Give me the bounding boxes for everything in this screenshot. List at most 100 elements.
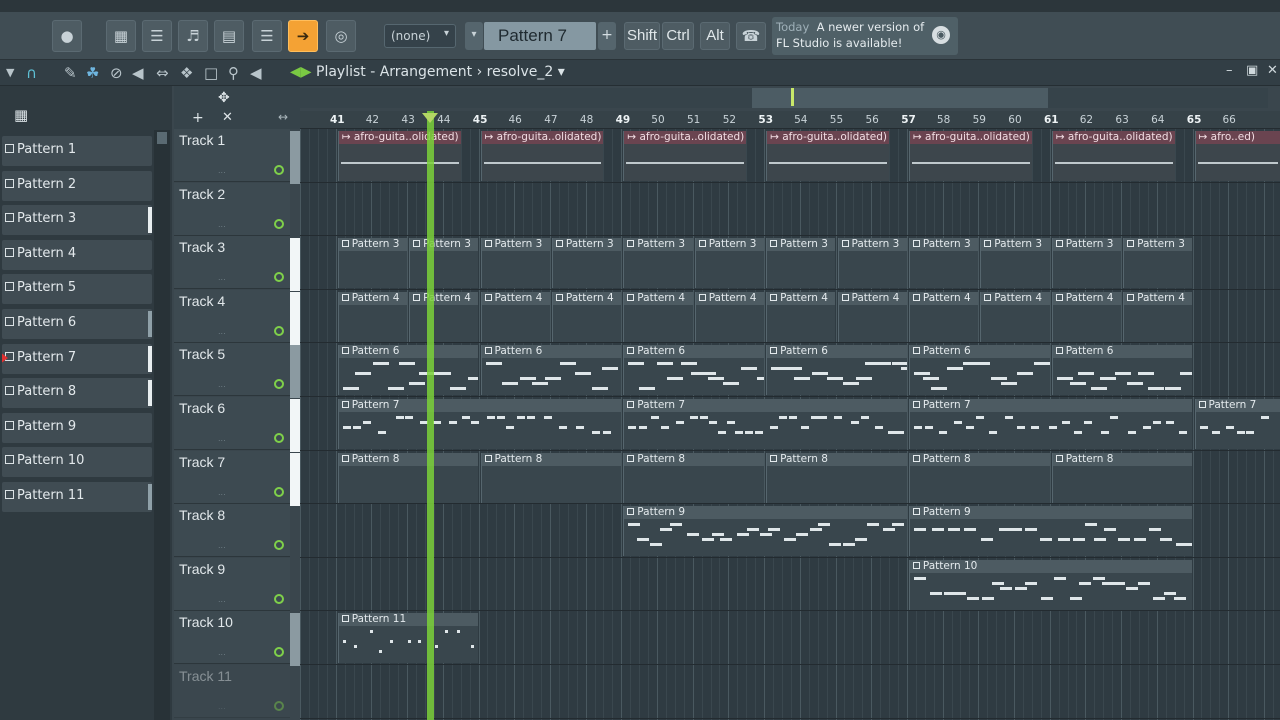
paint-icon[interactable]: ☘ — [86, 64, 99, 82]
playlist-clip[interactable]: Pattern 6 — [337, 345, 479, 396]
playlist-clip[interactable]: Pattern 8 — [337, 452, 479, 503]
playlist-clip[interactable]: Pattern 3 — [1051, 238, 1122, 289]
ctrl-key-button[interactable]: Ctrl — [662, 22, 694, 50]
chat-icon[interactable]: ☎ — [736, 22, 766, 50]
time-ruler[interactable]: 41 42 43 44 45 46 47 48 49 50 51 52 53 54 55 56 57 58 59 60… — [300, 111, 1280, 129]
pattern-item[interactable]: Pattern 7 — [2, 343, 152, 374]
track-enable-button[interactable] — [274, 379, 284, 390]
playlist-clip[interactable]: Pattern 10 — [908, 559, 1193, 610]
picker-scrollbar[interactable] — [154, 130, 170, 720]
playlist-clip[interactable]: ↦ afro-guita..olidated) — [623, 131, 747, 181]
playlist-clip[interactable]: Pattern 4 — [337, 291, 408, 342]
playlist-clip[interactable]: Pattern 4 — [837, 291, 907, 342]
add-pattern-button[interactable]: + — [598, 22, 616, 50]
playlist-clip[interactable]: Pattern 9 — [908, 506, 1193, 557]
track-header[interactable]: Track 4... — [174, 289, 290, 343]
playlist-clip[interactable]: Pattern 4 — [1123, 291, 1193, 342]
track-header[interactable]: Track 7... — [174, 450, 290, 504]
playlist-title[interactable]: ◀▶ Playlist - Arrangement › resolve_2 ▾ — [290, 64, 565, 80]
scrollbar-thumb[interactable] — [157, 132, 167, 144]
playlist-clip[interactable]: Pattern 6 — [623, 345, 765, 396]
pattern-item[interactable]: Pattern 6 — [2, 309, 152, 339]
alt-key-button[interactable]: Alt — [700, 22, 730, 50]
track-header[interactable]: Track 6... — [174, 397, 290, 450]
pattern-selector[interactable]: (none) ▾ — [384, 24, 456, 48]
track-header[interactable]: Track 10... — [174, 611, 290, 665]
pencil-icon[interactable]: ✎ — [64, 64, 77, 82]
track-enable-button[interactable] — [274, 165, 284, 175]
slip-icon[interactable]: ⇔ — [156, 64, 169, 82]
resize-icon[interactable]: ↔ — [278, 110, 288, 124]
pattern-item[interactable]: Pattern 9 — [2, 412, 152, 443]
close-icon[interactable]: ✕ — [1267, 63, 1278, 78]
track-header[interactable]: Track 9... — [174, 557, 290, 611]
piano-roll-icon[interactable]: ♬ — [178, 20, 208, 52]
update-notification[interactable]: Today A newer version of FL Studio is av… — [772, 17, 958, 55]
pattern-item[interactable]: Pattern 8 — [2, 378, 152, 409]
arrangement-grid[interactable]: ↦ afro-guita..olidated) ↦ afro-guita..oli… — [300, 129, 1280, 720]
track-enable-button[interactable] — [274, 272, 284, 283]
shift-key-button[interactable]: Shift — [624, 22, 660, 50]
playlist-clip[interactable]: Pattern 3 — [551, 238, 622, 289]
pattern-item[interactable]: Pattern 2 — [2, 170, 152, 201]
playlist-clip[interactable]: Pattern 3 — [623, 238, 693, 289]
track-enable-button[interactable] — [274, 486, 284, 497]
track-enable-button[interactable] — [274, 218, 284, 229]
playlist-clip[interactable]: Pattern 8 — [766, 452, 907, 503]
mute-icon[interactable]: ◀ — [132, 64, 144, 82]
playlist-clip[interactable]: Pattern 11 — [337, 613, 479, 664]
maximize-icon[interactable]: ▣ — [1246, 63, 1258, 78]
minimize-icon[interactable]: – — [1226, 63, 1233, 78]
pattern-item[interactable]: Pattern 5 — [2, 274, 152, 305]
playlist-clip[interactable]: Pattern 8 — [1051, 452, 1193, 503]
delete-icon[interactable]: ⊘ — [110, 64, 123, 82]
browser-icon[interactable]: ▤ — [214, 20, 244, 52]
playlist-clip[interactable]: Pattern 6 — [766, 345, 907, 396]
track-header[interactable]: Track 1... — [174, 129, 290, 182]
chevron-down-icon[interactable]: ▾ — [558, 64, 565, 80]
playlist-clip[interactable]: Pattern 3 — [694, 238, 765, 289]
playlist-clip[interactable]: Pattern 7 — [623, 399, 907, 449]
playlist-clip[interactable]: Pattern 3 — [337, 238, 408, 289]
pattern-menu-button[interactable]: ▾ — [465, 22, 483, 50]
playback-icon[interactable]: ◀ — [250, 64, 262, 82]
current-pattern-name[interactable]: Pattern 7 — [484, 22, 596, 50]
playlist-clip[interactable]: Pattern 3 — [837, 238, 907, 289]
track-enable-button[interactable] — [274, 593, 284, 604]
playlist-clip[interactable]: Pattern 4 — [623, 291, 693, 342]
track-enable-button[interactable] — [274, 433, 284, 443]
add-track-icon[interactable]: + — [192, 110, 204, 126]
track-enable-button[interactable] — [274, 540, 284, 551]
arrow-right-icon[interactable]: ➔ — [288, 20, 318, 52]
playlist-clip[interactable]: Pattern 7 — [908, 399, 1193, 449]
pattern-item[interactable]: Pattern 1 — [2, 136, 152, 166]
pattern-item[interactable]: Pattern 4 — [2, 239, 152, 270]
track-header[interactable]: Track 8... — [174, 504, 290, 558]
playlist-clip[interactable]: ↦ afro-guita..olidated) — [480, 131, 604, 181]
mixer-icon[interactable]: ☰ — [252, 20, 282, 52]
channel-rack-icon[interactable]: ▦ — [106, 20, 136, 52]
track-header[interactable]: Track 5... — [174, 343, 290, 397]
playlist-clip[interactable]: Pattern 6 — [908, 345, 1050, 396]
select-icon[interactable]: □ — [204, 64, 218, 82]
playlist-clip[interactable]: Pattern 8 — [480, 452, 622, 503]
playlist-clip[interactable]: Pattern 3 — [766, 238, 836, 289]
playhead[interactable] — [422, 111, 438, 720]
menu-arrow-icon[interactable]: ▼ — [6, 64, 14, 82]
playlist-clip[interactable]: Pattern 7 — [1194, 399, 1280, 449]
slice-icon[interactable]: ❖ — [180, 64, 193, 82]
playlist-clip[interactable]: Pattern 4 — [1051, 291, 1122, 342]
playlist-clip[interactable]: Pattern 3 — [480, 238, 550, 289]
playlist-clip[interactable]: Pattern 4 — [480, 291, 550, 342]
zoom-icon[interactable]: ⚲ — [228, 64, 239, 82]
scrollbar-window[interactable] — [752, 88, 1048, 108]
track-enable-button[interactable] — [274, 701, 284, 711]
playlist-clip[interactable]: Pattern 3 — [980, 238, 1050, 289]
playlist-clip[interactable]: ↦ afro-guita..olidated) — [337, 131, 461, 181]
piano-icon[interactable]: ▦ — [14, 106, 28, 124]
playlist-clip[interactable]: Pattern 7 — [337, 399, 622, 449]
playlist-clip[interactable]: Pattern 4 — [409, 291, 479, 342]
pattern-item[interactable]: Pattern 11 — [2, 482, 152, 512]
pattern-item[interactable]: Pattern 3 — [2, 205, 152, 236]
playlist-clip[interactable]: Pattern 4 — [908, 291, 979, 342]
